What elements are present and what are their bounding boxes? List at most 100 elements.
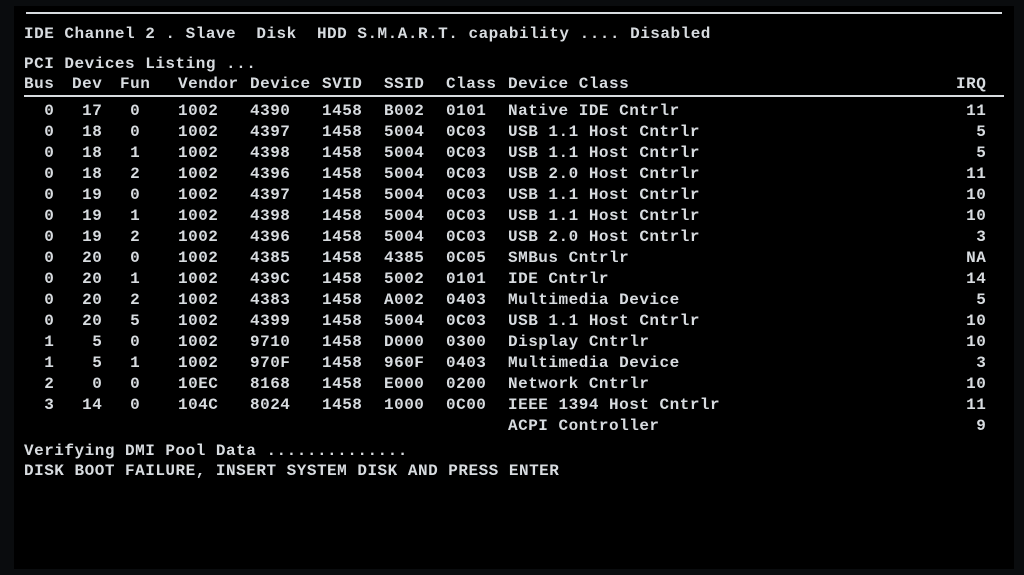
cell-fun: 0 xyxy=(120,395,178,416)
cell-irq: 5 xyxy=(956,122,1004,143)
cell-vendor: 1002 xyxy=(178,332,250,353)
cell-class: 0403 xyxy=(446,353,508,374)
cell-irq: 9 xyxy=(956,416,1004,437)
cell-dev: 18 xyxy=(72,164,120,185)
cell-irq: 14 xyxy=(956,269,1004,290)
cell-fun: 1 xyxy=(120,206,178,227)
cell-class: 0C03 xyxy=(446,227,508,248)
cell-class: 0300 xyxy=(446,332,508,353)
table-row: 1 5 11002970F1458960F0403Multimedia Devi… xyxy=(24,353,1004,374)
cell-device: 4399 xyxy=(250,311,322,332)
cell-device_class: USB 2.0 Host Cntrlr xyxy=(508,227,956,248)
cell-svid: 1458 xyxy=(322,332,384,353)
cell-bus: 0 xyxy=(24,311,72,332)
col-ssid: SSID xyxy=(384,74,446,96)
cell-dev: 19 xyxy=(72,227,120,248)
cell-vendor: 1002 xyxy=(178,143,250,164)
cell-fun: 0 xyxy=(120,248,178,269)
cell-device_class: Multimedia Device xyxy=(508,290,956,311)
cell-dev: 19 xyxy=(72,185,120,206)
cell-class: 0403 xyxy=(446,290,508,311)
cell-class: 0C03 xyxy=(446,206,508,227)
cell-svid: 1458 xyxy=(322,206,384,227)
cell-vendor: 104C xyxy=(178,395,250,416)
bios-post-screen: IDE Channel 2 . Slave Disk HDD S.M.A.R.T… xyxy=(14,6,1014,569)
cell-vendor: 1002 xyxy=(178,206,250,227)
cell-device_class: USB 1.1 Host Cntrlr xyxy=(508,143,956,164)
cell-svid: 1458 xyxy=(322,143,384,164)
cell-class: 0101 xyxy=(446,269,508,290)
cell-device: 9710 xyxy=(250,332,322,353)
cell-dev: 17 xyxy=(72,101,120,122)
col-bus: Bus xyxy=(24,74,72,96)
cell-empty xyxy=(384,416,446,437)
cell-vendor: 1002 xyxy=(178,227,250,248)
cell-device_class: ACPI Controller xyxy=(508,416,956,437)
cell-svid: 1458 xyxy=(322,248,384,269)
cell-vendor: 1002 xyxy=(178,122,250,143)
cell-device: 4396 xyxy=(250,227,322,248)
cell-class: 0C03 xyxy=(446,311,508,332)
cell-bus: 0 xyxy=(24,206,72,227)
cell-ssid: D000 xyxy=(384,332,446,353)
cell-device_class: Display Cntrlr xyxy=(508,332,956,353)
cell-svid: 1458 xyxy=(322,374,384,395)
cell-bus: 0 xyxy=(24,122,72,143)
table-row: 0 19 110024398145850040C03USB 1.1 Host C… xyxy=(24,206,1004,227)
cell-empty xyxy=(250,416,322,437)
cell-ssid: 5004 xyxy=(384,185,446,206)
cell-dev: 14 xyxy=(72,395,120,416)
cell-svid: 1458 xyxy=(322,227,384,248)
table-row: 0 18 010024397145850040C03USB 1.1 Host C… xyxy=(24,122,1004,143)
cell-device: 4390 xyxy=(250,101,322,122)
cell-bus: 0 xyxy=(24,290,72,311)
cell-dev: 18 xyxy=(72,122,120,143)
cell-irq: 3 xyxy=(956,227,1004,248)
table-row: 0 19 010024397145850040C03USB 1.1 Host C… xyxy=(24,185,1004,206)
cell-fun: 0 xyxy=(120,101,178,122)
cell-ssid: 5004 xyxy=(384,206,446,227)
cell-device_class: SMBus Cntrlr xyxy=(508,248,956,269)
cell-ssid: B002 xyxy=(384,101,446,122)
cell-device_class: USB 1.1 Host Cntrlr xyxy=(508,311,956,332)
cell-class: 0C05 xyxy=(446,248,508,269)
cell-ssid: 5004 xyxy=(384,164,446,185)
cell-dev: 20 xyxy=(72,311,120,332)
cell-dev: 20 xyxy=(72,248,120,269)
cell-device: 970F xyxy=(250,353,322,374)
cell-device: 8024 xyxy=(250,395,322,416)
cell-fun: 5 xyxy=(120,311,178,332)
cell-empty xyxy=(446,416,508,437)
cell-ssid: 4385 xyxy=(384,248,446,269)
cell-irq: 11 xyxy=(956,164,1004,185)
cell-class: 0C03 xyxy=(446,122,508,143)
cell-svid: 1458 xyxy=(322,353,384,374)
cell-ssid: 1000 xyxy=(384,395,446,416)
cell-device: 8168 xyxy=(250,374,322,395)
cell-bus: 0 xyxy=(24,101,72,122)
pci-listing-title: PCI Devices Listing ... xyxy=(24,54,1004,74)
cell-empty xyxy=(120,416,178,437)
cell-svid: 1458 xyxy=(322,269,384,290)
cell-vendor: 10EC xyxy=(178,374,250,395)
cell-fun: 1 xyxy=(120,143,178,164)
cell-device: 4396 xyxy=(250,164,322,185)
cell-dev: 5 xyxy=(72,332,120,353)
table-header-row: Bus Dev Fun Vendor Device SVID SSID Clas… xyxy=(24,74,1004,96)
cell-device_class: IEEE 1394 Host Cntrlr xyxy=(508,395,956,416)
cell-svid: 1458 xyxy=(322,395,384,416)
table-row: 0 17 0100243901458B0020101Native IDE Cnt… xyxy=(24,101,1004,122)
dmi-verify-line: Verifying DMI Pool Data .............. xyxy=(24,441,1004,461)
cell-empty xyxy=(24,416,72,437)
table-row: 0 18 210024396145850040C03USB 2.0 Host C… xyxy=(24,164,1004,185)
cell-bus: 0 xyxy=(24,248,72,269)
col-vendor: Vendor xyxy=(178,74,250,96)
cell-vendor: 1002 xyxy=(178,101,250,122)
table-row: 0 20 2100243831458A0020403Multimedia Dev… xyxy=(24,290,1004,311)
cell-class: 0C03 xyxy=(446,185,508,206)
cell-ssid: 5004 xyxy=(384,143,446,164)
cell-device_class: Network Cntrlr xyxy=(508,374,956,395)
cell-fun: 0 xyxy=(120,185,178,206)
col-fun: Fun xyxy=(120,74,178,96)
cell-device: 4397 xyxy=(250,185,322,206)
